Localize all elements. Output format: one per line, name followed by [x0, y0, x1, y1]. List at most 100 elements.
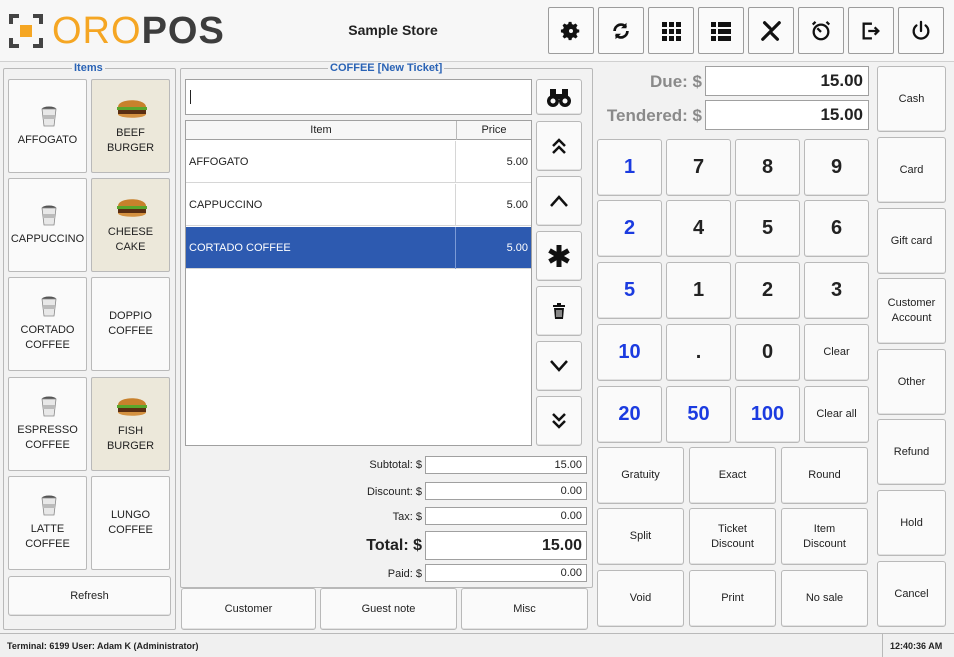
keypad-key[interactable]: 9 [804, 139, 869, 196]
action-button[interactable]: Ticket Discount [689, 508, 776, 565]
misc-button[interactable]: Misc [461, 588, 588, 630]
burger-icon [115, 195, 147, 219]
action-button[interactable]: No sale [781, 570, 868, 627]
coffee-cup-icon [41, 204, 56, 225]
keypad-key[interactable]: 4 [666, 200, 731, 257]
settings-button[interactable] [548, 7, 594, 54]
guest-note-button-label: Guest note [361, 602, 416, 615]
keypad-key-label: 1 [623, 156, 636, 178]
timer-button[interactable] [798, 7, 844, 54]
ticket-row-item: CORTADO COFFEE [189, 242, 291, 254]
scroll-bottom-button[interactable] [536, 396, 582, 446]
payment-method-button[interactable]: Gift card [877, 208, 946, 274]
payment-method-button[interactable]: Other [877, 349, 946, 415]
item-button-beef-burger[interactable]: BEEF BURGER [91, 79, 170, 173]
refresh-button[interactable] [598, 7, 644, 54]
keypad-key[interactable]: 6 [804, 200, 869, 257]
tax-label: Tax: $ [392, 511, 422, 523]
column-header-item[interactable]: Item [186, 124, 456, 136]
logout-button[interactable] [848, 7, 894, 54]
keypad-key[interactable]: 10 [597, 324, 662, 381]
keypad-key[interactable]: 2 [735, 262, 800, 319]
tendered-input[interactable]: 15.00 [705, 100, 869, 130]
keypad-key[interactable]: . [666, 324, 731, 381]
item-button-latte-coffee[interactable]: LATTE COFFEE [8, 476, 87, 570]
action-button[interactable]: Print [689, 570, 776, 627]
action-button[interactable]: Split [597, 508, 684, 565]
text-cursor [190, 90, 191, 104]
item-button-cheese-cake[interactable]: CHEESE CAKE [91, 178, 170, 272]
ticket-row[interactable]: CORTADO COFFEE 5.00 [186, 227, 531, 269]
ticket-row[interactable]: CAPPUCCINO 5.00 [186, 184, 531, 226]
item-label: CAPPUCCINO [10, 232, 85, 245]
payment-method-button[interactable]: Customer Account [877, 278, 946, 344]
payment-method-button[interactable]: Refund [877, 419, 946, 485]
customer-button[interactable]: Customer [181, 588, 316, 630]
keypad-key[interactable]: 2 [597, 200, 662, 257]
action-button[interactable]: Gratuity [597, 447, 684, 504]
item-button-lungo-coffee[interactable]: LUNGO COFFEE [91, 476, 170, 570]
keypad-key-label: 0 [761, 341, 774, 363]
column-header-price[interactable]: Price [457, 124, 531, 136]
keypad-key-label: Clear [823, 346, 850, 358]
keypad-key[interactable]: 100 [735, 386, 800, 443]
action-button-label: Ticket Discount [711, 522, 754, 550]
keypad-key-label: 20 [618, 403, 641, 425]
item-button-affogato[interactable]: AFFOGATO [8, 79, 87, 173]
trash-icon [553, 303, 565, 319]
payment-method-button[interactable]: Card [877, 137, 946, 203]
item-button-cortado-coffee[interactable]: CORTADO COFFEE [8, 277, 87, 371]
payment-method-button[interactable]: Hold [877, 490, 946, 556]
keypad-key[interactable]: 50 [666, 386, 731, 443]
ticket-table-header: Item Price [186, 121, 531, 140]
ticket-row-separator [455, 184, 456, 226]
action-button[interactable]: Round [781, 447, 868, 504]
action-button[interactable]: Exact [689, 447, 776, 504]
keypad-key-label: 5 [761, 217, 774, 239]
action-button[interactable]: Item Discount [781, 508, 868, 565]
action-button-label: No sale [805, 592, 844, 604]
keypad-key[interactable]: 0 [735, 324, 800, 381]
customer-button-label: Customer [224, 602, 273, 615]
payment-method-button[interactable]: Cash [877, 66, 946, 132]
keypad-key[interactable]: 8 [735, 139, 800, 196]
scroll-down-button[interactable] [536, 341, 582, 391]
tools-button[interactable] [748, 7, 794, 54]
refresh-items-button[interactable]: Refresh [8, 576, 171, 616]
payment-method-label: Refund [893, 445, 930, 458]
payment-method-button[interactable]: Cancel [877, 561, 946, 627]
keypad-key[interactable]: 3 [804, 262, 869, 319]
search-item-button[interactable] [536, 79, 582, 115]
ticket-search-input[interactable] [185, 79, 532, 115]
list-button[interactable] [698, 7, 744, 54]
delete-item-button[interactable] [536, 286, 582, 336]
ticket-row[interactable]: AFFOGATO 5.00 [186, 141, 531, 183]
item-button-cappuccino[interactable]: CAPPUCCINO [8, 178, 87, 272]
guest-note-button[interactable]: Guest note [320, 588, 457, 630]
action-button-label: Void [629, 592, 652, 604]
keypad-key[interactable]: 1 [666, 262, 731, 319]
total-label: Total: $ [366, 537, 422, 554]
item-button-espresso-coffee[interactable]: ESPRESSO COFFEE [8, 377, 87, 471]
keypad-key-label: . [695, 341, 702, 363]
grid-icon [662, 21, 681, 41]
power-button[interactable] [898, 7, 944, 54]
ticket-row-price: 5.00 [506, 242, 528, 254]
action-button[interactable]: Void [597, 570, 684, 627]
keypad-key[interactable]: Clear [804, 324, 869, 381]
item-button-fish-burger[interactable]: FISH BURGER [91, 377, 170, 471]
grid-button[interactable] [648, 7, 694, 54]
keypad-key[interactable]: 1 [597, 139, 662, 196]
keypad-key[interactable]: 7 [666, 139, 731, 196]
scroll-up-button[interactable] [536, 176, 582, 226]
keypad-key-label: 1 [692, 279, 705, 301]
logo: OROPOS [52, 8, 225, 54]
item-button-doppio-coffee[interactable]: DOPPIO COFFEE [91, 277, 170, 371]
keypad-key[interactable]: 20 [597, 386, 662, 443]
keypad-key[interactable]: 5 [597, 262, 662, 319]
keypad-key[interactable]: 5 [735, 200, 800, 257]
action-button-label: Item Discount [803, 522, 846, 550]
keypad-key[interactable]: Clear all [804, 386, 869, 443]
scroll-top-button[interactable] [536, 121, 582, 171]
modifier-button[interactable] [536, 231, 582, 281]
